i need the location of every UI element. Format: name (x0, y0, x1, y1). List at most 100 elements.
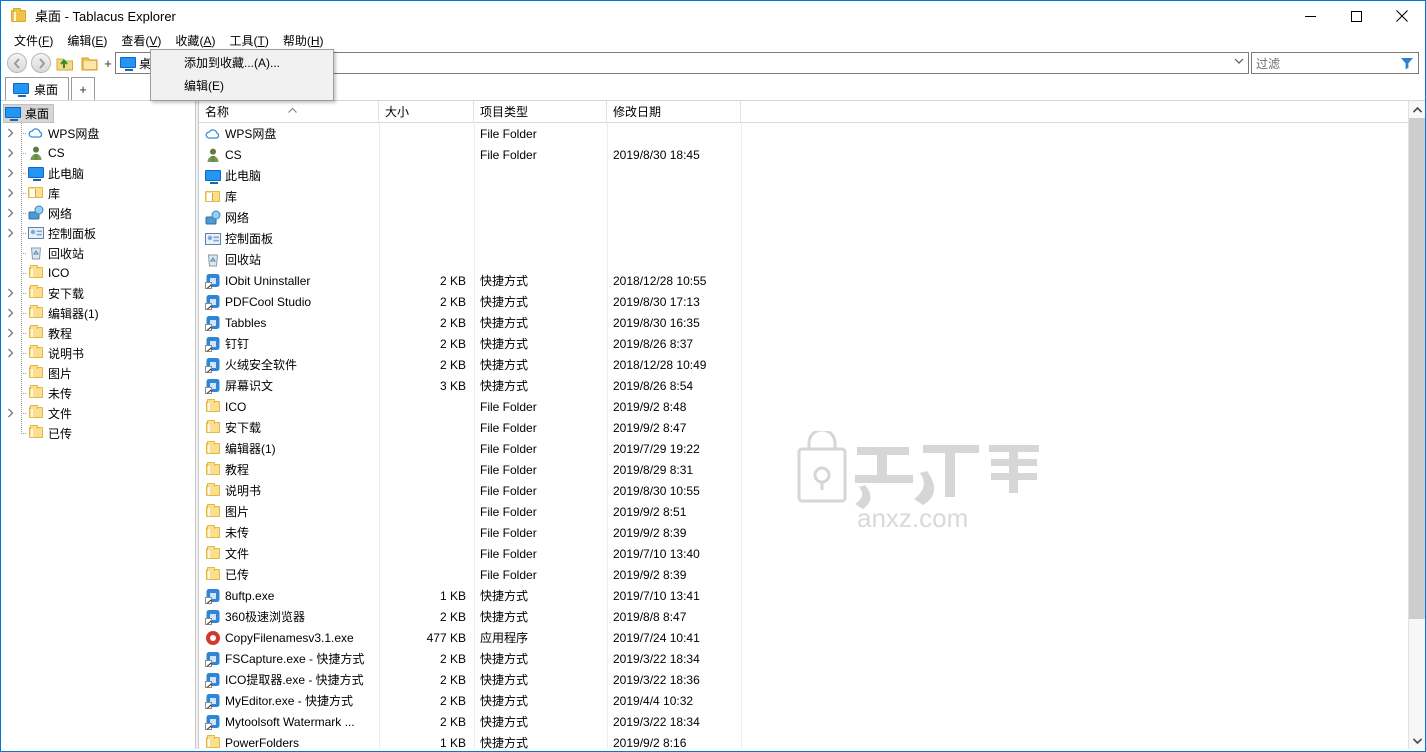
column-header-size[interactable]: 大小 (379, 101, 474, 123)
menu-item-add-to-favorites[interactable]: 添加到收藏...(A)... (151, 52, 333, 75)
table-row[interactable]: ICO File Folder 2019/9/2 8:48 (199, 396, 1425, 417)
cell-name[interactable]: 控制面板 (199, 230, 379, 247)
up-folder-button[interactable] (53, 52, 77, 74)
tree-item-4[interactable]: 库 (1, 183, 195, 203)
cell-name[interactable]: Tabbles (199, 315, 379, 331)
close-button[interactable] (1379, 1, 1425, 31)
tree-item-11[interactable]: 教程 (1, 323, 195, 343)
filter-input[interactable]: 过滤 (1252, 55, 1280, 72)
cell-name[interactable]: Mytoolsoft Watermark ... (199, 714, 379, 730)
cell-name[interactable]: 回收站 (199, 251, 379, 268)
tree-item-7[interactable]: 回收站 (1, 243, 195, 263)
menu-view[interactable]: 查看(V) (114, 32, 168, 50)
chevron-right-icon[interactable] (3, 203, 17, 223)
menu-favorites[interactable]: 收藏(A) (168, 32, 222, 50)
cell-name[interactable]: CopyFilenamesv3.1.exe (199, 630, 379, 646)
cell-name[interactable]: IObit Uninstaller (199, 273, 379, 289)
table-row[interactable]: 回收站 (199, 249, 1425, 270)
column-header-type[interactable]: 项目类型 (474, 101, 607, 123)
tree-item-5[interactable]: 网络 (1, 203, 195, 223)
cell-name[interactable]: 未传 (199, 524, 379, 541)
folder-button[interactable] (77, 52, 101, 74)
cell-name[interactable]: PowerFolders (199, 734, 379, 749)
cell-name[interactable]: 图片 (199, 503, 379, 520)
cell-name[interactable]: 8uftp.exe (199, 588, 379, 604)
funnel-icon[interactable] (1400, 56, 1414, 73)
table-row[interactable]: 未传 File Folder 2019/9/2 8:39 (199, 522, 1425, 543)
tab-desktop[interactable]: 桌面 (5, 77, 70, 100)
chevron-right-icon[interactable] (3, 283, 17, 303)
scroll-down-button[interactable] (1409, 732, 1425, 749)
table-row[interactable]: Tabbles 2 KB 快捷方式 2019/8/30 16:35 (199, 312, 1425, 333)
menu-item-edit-favorites[interactable]: 编辑(E) (151, 75, 333, 98)
chevron-right-icon[interactable] (3, 343, 17, 363)
chevron-right-icon[interactable] (3, 303, 17, 323)
table-row[interactable]: 火绒安全软件 2 KB 快捷方式 2018/12/28 10:49 (199, 354, 1425, 375)
cell-name[interactable]: 安下载 (199, 419, 379, 436)
table-row[interactable]: 编辑器(1) File Folder 2019/7/29 19:22 (199, 438, 1425, 459)
cell-name[interactable]: PDFCool Studio (199, 294, 379, 310)
vertical-scrollbar[interactable] (1408, 101, 1425, 749)
table-row[interactable]: 钉钉 2 KB 快捷方式 2019/8/26 8:37 (199, 333, 1425, 354)
cell-name[interactable]: CS (199, 147, 379, 163)
table-row[interactable]: CS File Folder 2019/8/30 18:45 (199, 144, 1425, 165)
table-row[interactable]: 安下载 File Folder 2019/9/2 8:47 (199, 417, 1425, 438)
scrollbar-thumb[interactable] (1409, 118, 1425, 619)
table-row[interactable]: 此电脑 (199, 165, 1425, 186)
cell-name[interactable]: 网络 (199, 209, 379, 226)
cell-name[interactable]: ICO提取器.exe - 快捷方式 (199, 671, 379, 688)
tree-item-3[interactable]: 此电脑 (1, 163, 195, 183)
tree-item-16[interactable]: 已传 (1, 423, 195, 443)
cell-name[interactable]: 库 (199, 188, 379, 205)
chevron-right-icon[interactable] (3, 143, 17, 163)
table-row[interactable]: FSCapture.exe - 快捷方式 2 KB 快捷方式 2019/3/22 18… (199, 648, 1425, 669)
cell-name[interactable]: 教程 (199, 461, 379, 478)
table-row[interactable]: 说明书 File Folder 2019/8/30 10:55 (199, 480, 1425, 501)
menu-help[interactable]: 帮助(H) (276, 32, 331, 50)
tree-item-9[interactable]: 安下载 (1, 283, 195, 303)
new-tab-button[interactable]: + (71, 77, 96, 100)
chevron-right-icon[interactable] (3, 123, 17, 143)
cell-name[interactable]: 火绒安全软件 (199, 356, 379, 373)
chevron-right-icon[interactable] (3, 323, 17, 343)
chevron-right-icon[interactable] (3, 163, 17, 183)
cell-name[interactable]: 文件 (199, 545, 379, 562)
menu-tools[interactable]: 工具(T) (222, 32, 275, 50)
cell-name[interactable]: 说明书 (199, 482, 379, 499)
cell-name[interactable]: MyEditor.exe - 快捷方式 (199, 692, 379, 709)
tree-item-1[interactable]: WPS网盘 (1, 123, 195, 143)
table-row[interactable]: 360极速浏览器 2 KB 快捷方式 2019/8/8 8:47 (199, 606, 1425, 627)
chevron-right-icon[interactable] (3, 223, 17, 243)
filter-box[interactable]: 过滤 (1251, 52, 1419, 74)
cell-name[interactable]: ICO (199, 398, 379, 415)
menu-file[interactable]: 文件(F) (7, 32, 60, 50)
cell-name[interactable]: FSCapture.exe - 快捷方式 (199, 650, 379, 667)
cell-name[interactable]: 此电脑 (199, 167, 379, 184)
tree-item-13[interactable]: 图片 (1, 363, 195, 383)
cell-name[interactable]: 360极速浏览器 (199, 608, 379, 625)
table-row[interactable]: 网络 (199, 207, 1425, 228)
back-button[interactable] (5, 51, 29, 75)
table-row[interactable]: 已传 File Folder 2019/9/2 8:39 (199, 564, 1425, 585)
tree-item-12[interactable]: 说明书 (1, 343, 195, 363)
table-row[interactable]: MyEditor.exe - 快捷方式 2 KB 快捷方式 2019/4/4 10:3… (199, 690, 1425, 711)
tree-item-14[interactable]: 未传 (1, 383, 195, 403)
tree-item-2[interactable]: CS (1, 143, 195, 163)
tree-item-6[interactable]: 控制面板 (1, 223, 195, 243)
cell-name[interactable]: 钉钉 (199, 335, 379, 352)
chevron-down-icon[interactable] (1234, 56, 1244, 68)
table-row[interactable]: WPS网盘 File Folder (199, 123, 1425, 144)
cell-name[interactable]: 已传 (199, 566, 379, 583)
tree-item-desktop-root[interactable]: 桌面 (1, 103, 195, 123)
forward-button[interactable] (29, 51, 53, 75)
table-row[interactable]: 8uftp.exe 1 KB 快捷方式 2019/7/10 13:41 (199, 585, 1425, 606)
column-header-date[interactable]: 修改日期 (607, 101, 741, 123)
chevron-right-icon[interactable] (3, 403, 17, 423)
tree-item-8[interactable]: ICO (1, 263, 195, 283)
cell-name[interactable]: 编辑器(1) (199, 440, 379, 457)
table-row[interactable]: 屏幕识文 3 KB 快捷方式 2019/8/26 8:54 (199, 375, 1425, 396)
table-row[interactable]: PDFCool Studio 2 KB 快捷方式 2019/8/30 17:13 (199, 291, 1425, 312)
table-row[interactable]: ICO提取器.exe - 快捷方式 2 KB 快捷方式 2019/3/22 18:36 (199, 669, 1425, 690)
cell-name[interactable]: WPS网盘 (199, 125, 379, 142)
table-row[interactable]: CopyFilenamesv3.1.exe 477 KB 应用程序 2019/7/24… (199, 627, 1425, 648)
